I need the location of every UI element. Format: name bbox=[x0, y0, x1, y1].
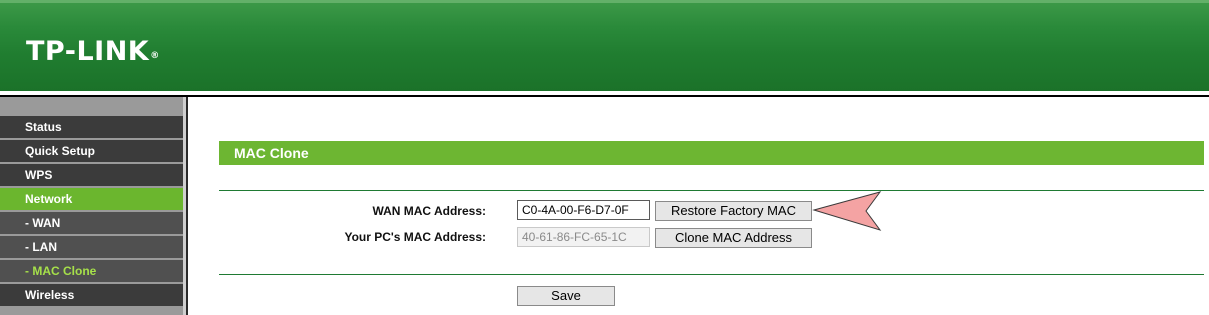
logo-text: TP-LINK bbox=[26, 36, 150, 67]
sidebar-item-lan[interactable]: - LAN bbox=[0, 236, 183, 258]
header-top-line bbox=[0, 0, 1209, 3]
clone-mac-address-button[interactable]: Clone MAC Address bbox=[655, 228, 812, 248]
trademark-symbol: ® bbox=[150, 51, 160, 61]
sidebar-item-wireless[interactable]: Wireless bbox=[0, 284, 183, 306]
sidebar-item-wan[interactable]: - WAN bbox=[0, 212, 183, 234]
sidebar-item-network[interactable]: Network bbox=[0, 188, 183, 210]
sidebar-divider bbox=[186, 97, 188, 315]
sidebar-item-quick-setup[interactable]: Quick Setup bbox=[0, 140, 183, 162]
sidebar-item-wps[interactable]: WPS bbox=[0, 164, 183, 186]
tp-link-logo: TP-LINK® bbox=[26, 36, 160, 68]
sidebar-item-mac-clone[interactable]: - MAC Clone bbox=[0, 260, 183, 282]
sidebar-item-status[interactable]: Status bbox=[0, 116, 183, 138]
pc-mac-label: Your PC's MAC Address: bbox=[344, 230, 486, 244]
wan-mac-input[interactable] bbox=[517, 200, 650, 220]
top-divider bbox=[219, 190, 1204, 191]
wan-mac-label: WAN MAC Address: bbox=[372, 204, 486, 218]
header-banner: TP-LINK® bbox=[0, 0, 1209, 91]
bottom-divider bbox=[219, 274, 1204, 275]
sidebar-menu: Status Quick Setup WPS Network - WAN - L… bbox=[0, 116, 183, 308]
pointer-arrow-icon bbox=[812, 191, 882, 231]
pc-mac-input bbox=[517, 227, 650, 247]
save-button[interactable]: Save bbox=[517, 286, 615, 306]
restore-factory-mac-button[interactable]: Restore Factory MAC bbox=[655, 201, 812, 221]
section-title: MAC Clone bbox=[219, 141, 1204, 165]
